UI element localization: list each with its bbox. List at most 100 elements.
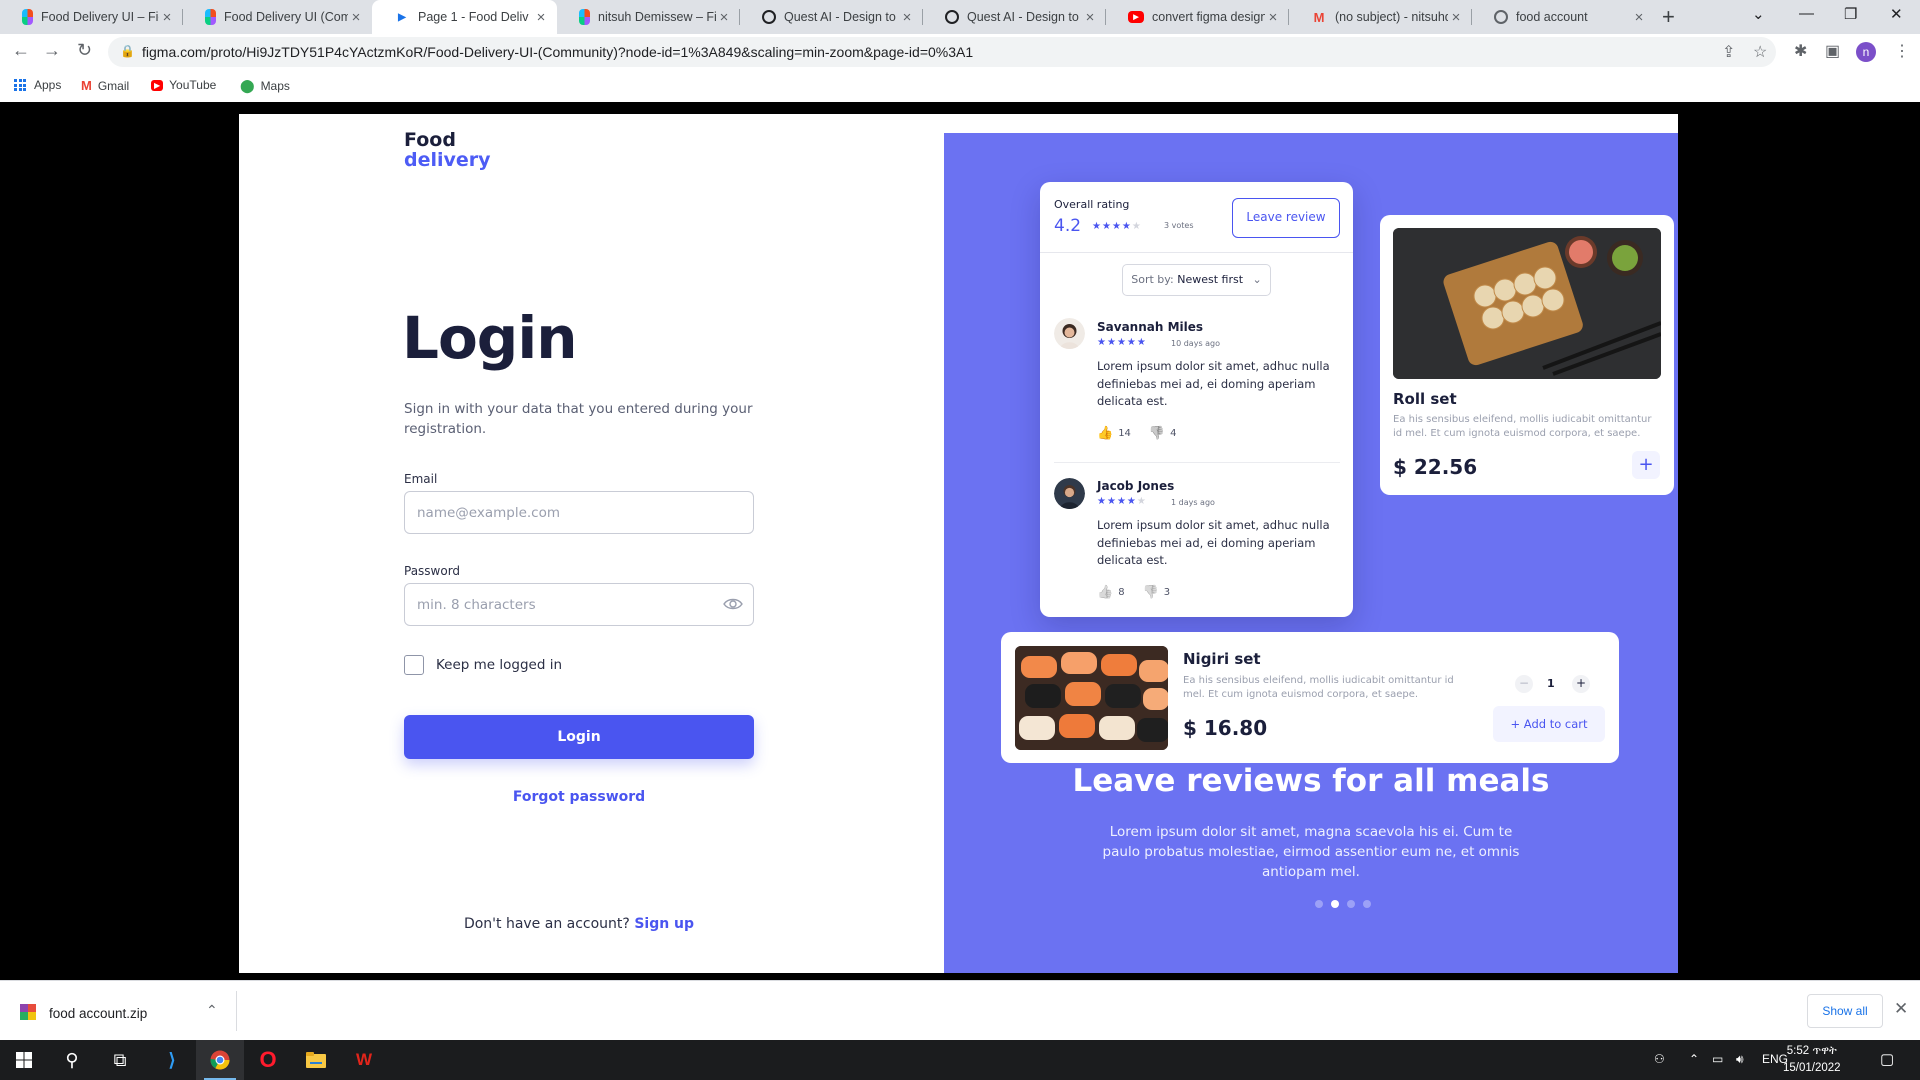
chevron-up-icon[interactable]: ⌃ [1689, 1052, 1699, 1066]
close-window-icon[interactable]: ✕ [1890, 5, 1903, 23]
profile-avatar[interactable]: n [1856, 42, 1876, 62]
opera-icon[interactable]: O [244, 1040, 292, 1080]
bookmark-maps[interactable]: ⬤ Maps [240, 78, 290, 94]
add-item-button[interactable]: + [1632, 451, 1660, 479]
clock-date: 15/01/2022 [1783, 1062, 1841, 1074]
notifications-icon[interactable]: ▢ [1880, 1050, 1894, 1068]
bookmark-gmail[interactable]: M Gmail [81, 78, 129, 93]
bookmark-label: YouTube [169, 78, 217, 92]
bookmark-youtube[interactable]: ▶ YouTube [151, 78, 216, 92]
close-tab-icon[interactable]: × [1265, 9, 1281, 26]
page-title: Login [402, 304, 577, 372]
browser-tab[interactable]: nitsuh Demissew – Fig × [557, 0, 740, 34]
back-icon[interactable]: ← [12, 40, 30, 61]
email-field[interactable]: name@example.com [404, 491, 754, 534]
close-tab-icon[interactable]: × [533, 9, 549, 26]
close-tab-icon[interactable]: × [348, 9, 364, 26]
login-button[interactable]: Login [404, 715, 754, 759]
extensions-icon[interactable]: ✱ [1794, 41, 1807, 61]
browser-tab[interactable]: Quest AI - Design to I × [923, 0, 1106, 34]
card-description: Ea his sensibus eleifend, mollis iudicab… [1183, 675, 1454, 700]
people-icon[interactable]: ⚇ [1654, 1052, 1665, 1066]
close-tab-icon[interactable]: × [1448, 9, 1464, 26]
tab-search-icon[interactable]: ⌄ [1752, 5, 1765, 23]
vscode-icon[interactable]: ⟩ [148, 1040, 196, 1080]
reviewer-name: Savannah Miles [1097, 320, 1204, 334]
close-tab-icon[interactable]: × [899, 9, 915, 26]
quantity-decrease-button[interactable]: − [1515, 675, 1533, 693]
star-icon: ★ [1116, 337, 1127, 348]
carousel-dot-active[interactable] [1331, 900, 1339, 908]
forgot-password-link[interactable]: Forgot password [404, 789, 754, 805]
browser-tab[interactable]: Food Delivery UI (Com × [183, 0, 372, 34]
zip-file-icon [20, 1004, 36, 1020]
thumbs-down-icon[interactable]: 👎 [1149, 426, 1165, 441]
quantity-increase-button[interactable]: + [1572, 675, 1590, 693]
forward-icon[interactable]: → [43, 40, 61, 61]
carousel-dot[interactable] [1315, 900, 1323, 908]
signup-link[interactable]: Sign up [634, 916, 694, 932]
network-icon[interactable]: ▭ [1712, 1052, 1723, 1066]
close-tab-icon[interactable]: × [1082, 9, 1098, 26]
chrome-icon[interactable] [196, 1040, 244, 1080]
prototype-frame: Food delivery Login Sign in with your da… [239, 114, 1678, 973]
system-clock[interactable]: 5:52 ጥዋት 15/01/2022 [1783, 1043, 1841, 1077]
password-field[interactable]: min. 8 characters [404, 583, 754, 626]
minimize-icon[interactable]: — [1799, 5, 1814, 22]
show-all-button[interactable]: Show all [1807, 994, 1883, 1028]
tab-title: food account [1516, 10, 1588, 24]
sort-dropdown[interactable]: Sort by: Newest first ⌄ [1122, 264, 1271, 296]
volume-icon[interactable]: 🔊︎ [1736, 1052, 1744, 1067]
share-icon[interactable]: ⇪ [1722, 42, 1735, 62]
address-bar[interactable]: 🔒 figma.com/proto/Hi9JzTDY51P4cYActzmKoR… [108, 37, 1776, 67]
side-panel-icon[interactable]: ▣ [1825, 41, 1840, 61]
restore-icon[interactable]: ❐ [1844, 5, 1857, 23]
eye-icon[interactable] [723, 597, 743, 611]
browser-tab-active[interactable]: ▶ Page 1 - Food Deliv × [372, 0, 557, 34]
thumbs-down-icon[interactable]: 👎 [1143, 585, 1159, 600]
close-tab-icon[interactable]: × [1631, 9, 1647, 26]
close-icon[interactable]: ✕ [1894, 999, 1908, 1019]
reload-icon[interactable]: ↻ [77, 40, 92, 61]
menu-kebab-icon[interactable]: ⋮ [1894, 41, 1910, 61]
close-tab-icon[interactable]: × [716, 9, 732, 26]
keep-logged-checkbox[interactable] [404, 655, 424, 675]
chevron-up-icon[interactable]: ⌃ [206, 1002, 218, 1019]
browser-tab[interactable]: M (no subject) - nitsuhd × [1289, 0, 1472, 34]
star-icon: ★ [1116, 496, 1127, 507]
carousel-dot[interactable] [1363, 900, 1371, 908]
windows-start-icon[interactable] [0, 1040, 48, 1080]
close-tab-icon[interactable]: × [159, 9, 175, 26]
star-icon: ★ [1101, 221, 1112, 232]
password-placeholder: min. 8 characters [417, 597, 536, 613]
review-time: 10 days ago [1171, 339, 1221, 348]
new-tab-icon[interactable]: + [1662, 4, 1675, 30]
email-placeholder: name@example.com [417, 505, 561, 521]
url-text[interactable]: figma.com/proto/Hi9JzTDY51P4cYActzmKoR/F… [142, 44, 973, 60]
like-count: 8 [1118, 587, 1125, 598]
browser-tab[interactable]: Quest AI - Design to I × [740, 0, 923, 34]
add-to-cart-button[interactable]: + Add to cart [1493, 706, 1605, 742]
review-reactions: 👍 8 👎 3 [1097, 585, 1170, 600]
star-icon: ★ [1121, 221, 1132, 232]
keep-logged-label[interactable]: Keep me logged in [436, 657, 562, 673]
thumbs-up-icon[interactable]: 👍 [1097, 585, 1113, 600]
dislike-count: 3 [1163, 587, 1171, 598]
thumbs-up-icon[interactable]: 👍 [1097, 426, 1113, 441]
login-panel: Food delivery Login Sign in with your da… [239, 114, 944, 973]
browser-tab[interactable]: ▶ convert figma design × [1106, 0, 1289, 34]
tab-title: (no subject) - nitsuhd [1335, 10, 1448, 24]
leave-review-button[interactable]: Leave review [1232, 198, 1340, 238]
download-filename[interactable]: food account.zip [49, 1006, 147, 1021]
task-view-icon[interactable]: ⧉ [96, 1040, 144, 1080]
bookmark-star-icon[interactable]: ☆ [1753, 42, 1767, 62]
browser-tab[interactable]: Food Delivery UI – Fig × [0, 0, 183, 34]
carousel-dot[interactable] [1347, 900, 1355, 908]
browser-tab[interactable]: food account × [1472, 0, 1655, 34]
bookmark-apps[interactable]: Apps [14, 78, 61, 92]
figma-icon [22, 9, 33, 25]
wps-office-icon[interactable]: W [340, 1040, 388, 1080]
lock-icon[interactable]: 🔒 [120, 44, 135, 58]
search-icon[interactable]: ⚲ [48, 1040, 96, 1080]
file-explorer-icon[interactable] [292, 1040, 340, 1080]
